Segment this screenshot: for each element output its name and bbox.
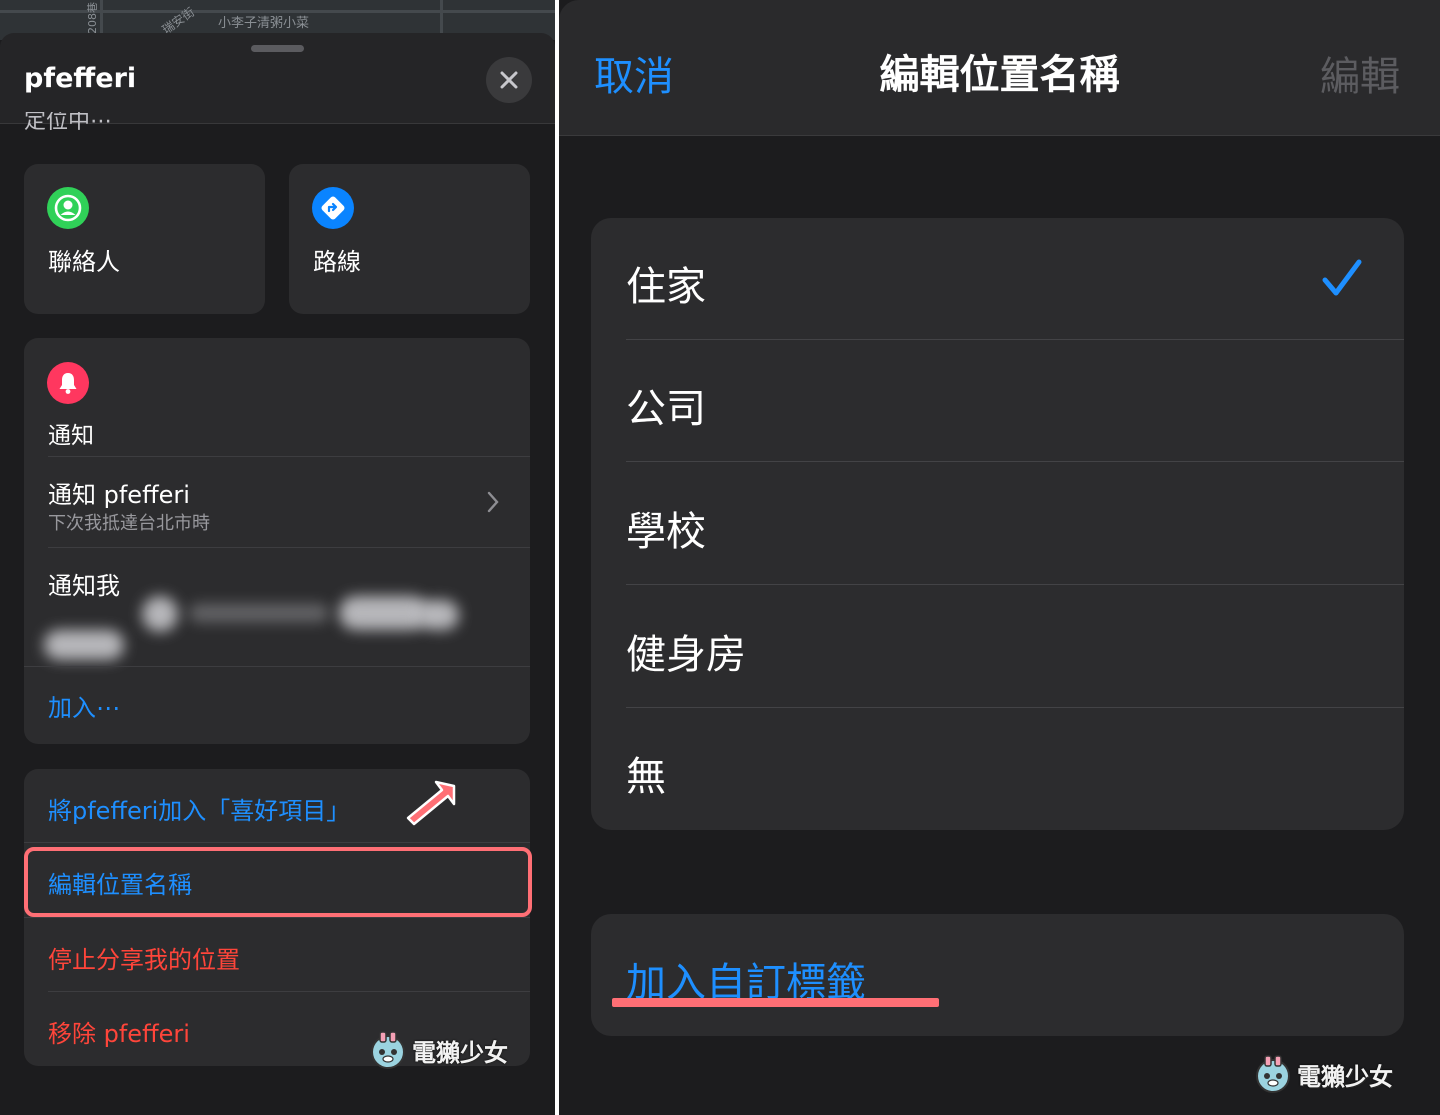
divider [24, 666, 530, 667]
map-street-label: 208巷 [86, 2, 99, 34]
option-home[interactable]: 住家 [591, 218, 1404, 340]
divider [24, 917, 530, 918]
blurred-content [44, 630, 124, 660]
notify-friend-row[interactable]: 通知 pfefferi 下次我抵達台北市時 [24, 457, 530, 547]
otter-mascot-icon [371, 1031, 405, 1069]
chevron-right-icon [487, 491, 499, 513]
divider [24, 842, 530, 843]
annotation-arrow-icon [406, 780, 456, 826]
watermark: 電獺少女 [368, 1030, 508, 1070]
left-screenshot: 208巷 瑞安街 小李子清粥小菜 pfefferi 定位中⋯ 聯絡人 路線 通知… [0, 0, 555, 1115]
otter-mascot-icon [1256, 1055, 1290, 1093]
bell-icon [47, 362, 89, 404]
option-label: 住家 [626, 264, 706, 310]
watermark-text: 電獺少女 [1297, 1062, 1393, 1091]
sheet-header: pfefferi [0, 33, 555, 124]
option-work[interactable]: 公司 [591, 340, 1404, 462]
option-label: 公司 [626, 386, 706, 432]
contact-action-card[interactable]: 聯絡人 [24, 164, 265, 314]
contact-action-label: 聯絡人 [48, 248, 120, 276]
notify-friend-subtitle: 下次我抵達台北市時 [48, 513, 210, 534]
page-title: 編輯位置名稱 [879, 52, 1120, 98]
person-name-title: pfefferi [24, 63, 137, 94]
option-label: 健身房 [626, 632, 746, 678]
sheet-grabber[interactable] [251, 45, 304, 52]
close-icon [500, 71, 518, 89]
notify-friend-title: 通知 pfefferi [48, 481, 190, 509]
notify-me-title: 通知我 [48, 572, 120, 600]
notify-me-row[interactable]: 通知我 [24, 548, 530, 666]
map-street-label: 小李子清粥小菜 [218, 16, 310, 31]
watermark-text: 電獺少女 [412, 1038, 508, 1067]
divider [48, 991, 530, 992]
close-button[interactable] [486, 57, 532, 103]
annotation-highlight-box [24, 847, 532, 917]
option-label: 無 [626, 754, 666, 800]
divider [626, 461, 1404, 462]
add-notification-link[interactable]: 加入⋯ [48, 688, 120, 723]
option-school[interactable]: 學校 [591, 463, 1404, 585]
edit-button-disabled[interactable]: 編輯 [1320, 44, 1400, 102]
person-circle-icon [47, 187, 89, 229]
option-label: 學校 [626, 509, 706, 555]
directions-action-label: 路線 [313, 248, 361, 276]
blurred-content [142, 596, 178, 632]
add-custom-label-card[interactable]: 加入自訂標籤 [591, 914, 1404, 1036]
right-screenshot: 取消 編輯位置名稱 編輯 住家 公司 學校 健身房 無 加入自訂標籤 電獺少女 [559, 0, 1440, 1115]
notifications-section-title: 通知 [48, 423, 94, 449]
option-gym[interactable]: 健身房 [591, 586, 1404, 708]
blurred-content [189, 604, 329, 622]
navigation-bar: 取消 編輯位置名稱 編輯 [559, 0, 1440, 136]
location-label-options: 住家 公司 學校 健身房 無 [591, 218, 1404, 830]
directions-action-card[interactable]: 路線 [289, 164, 530, 314]
location-status-text: 定位中⋯ [24, 112, 113, 132]
blurred-content [419, 600, 459, 630]
stop-sharing-location-button[interactable]: 停止分享我的位置 [48, 940, 240, 975]
blurred-content [339, 596, 429, 630]
divider [626, 584, 1404, 585]
annotation-underline [612, 998, 939, 1007]
watermark: 電獺少女 [1253, 1054, 1393, 1094]
directions-arrow-icon [312, 187, 354, 229]
notifications-card: 通知 通知 pfefferi 下次我抵達台北市時 通知我 加入⋯ [24, 338, 530, 744]
remove-person-button[interactable]: 移除 pfefferi [48, 1014, 190, 1049]
add-to-favorites-button[interactable]: 將pfefferi加入「喜好項目」 [48, 791, 350, 826]
checkmark-icon [1322, 259, 1362, 296]
option-none[interactable]: 無 [591, 708, 1404, 830]
